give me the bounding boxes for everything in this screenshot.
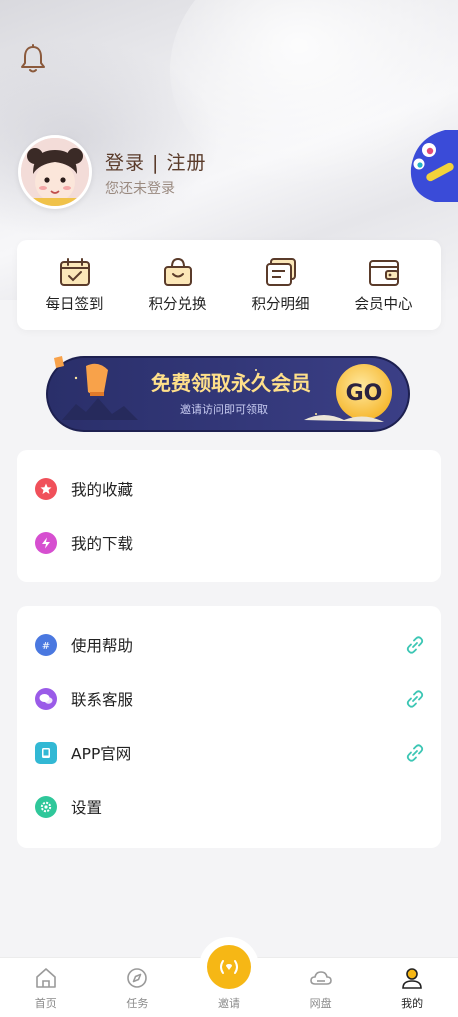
tab-label: 我的 [401, 997, 424, 1010]
banner-title: 免费领取永久会员 [151, 371, 311, 395]
link-icon[interactable] [405, 689, 425, 709]
daily-checkin-button[interactable]: 每日签到 [25, 257, 125, 314]
invite-center-button[interactable] [199, 937, 259, 997]
mascot-icon[interactable] [405, 128, 458, 204]
list-item-label: 使用帮助 [71, 637, 134, 655]
login-register-link[interactable]: 登录 | 注册 [105, 148, 206, 175]
free-vip-banner[interactable]: GO 免费领取永久会员 邀请访问即可领取 [46, 348, 412, 434]
link-icon[interactable] [405, 743, 425, 763]
bell-icon[interactable] [20, 44, 46, 74]
avatar[interactable] [18, 135, 92, 209]
list-item-label: 我的下载 [71, 535, 134, 553]
quick-action-label: 积分明细 [251, 296, 310, 313]
shopping-bag-icon [163, 257, 192, 286]
compass-icon [127, 968, 148, 988]
login-status-text: 您还未登录 [105, 181, 175, 197]
help-icon: # [35, 634, 57, 656]
quick-actions-card: 每日签到 积分兑换 积分明细 会员中心 [17, 240, 441, 330]
my-favorites-item[interactable]: 我的收藏 [17, 462, 441, 516]
quick-action-label: 积分兑换 [148, 296, 207, 313]
my-downloads-item[interactable]: 我的下载 [17, 516, 441, 570]
wechat-icon [35, 688, 57, 710]
list-item-label: 联系客服 [71, 691, 134, 709]
broadcast-icon [220, 960, 238, 974]
star-icon [35, 478, 57, 500]
calendar-check-icon [59, 257, 90, 286]
tab-label: 邀请 [217, 997, 240, 1010]
tablet-icon [35, 742, 57, 764]
tab-label: 网盘 [309, 997, 332, 1010]
tab-label: 首页 [34, 997, 57, 1010]
tab-cloud-drive[interactable]: 网盘 [275, 958, 367, 1017]
gear-icon [35, 796, 57, 818]
list-item-label: 设置 [71, 799, 103, 817]
quick-action-label: 会员中心 [354, 296, 413, 313]
tab-label: 任务 [126, 997, 149, 1010]
settings-item[interactable]: 设置 [17, 780, 441, 834]
my-items-card: 我的收藏 我的下载 [17, 450, 441, 582]
wallet-icon [368, 259, 399, 286]
member-center-button[interactable]: 会员中心 [334, 257, 434, 314]
list-item-label: APP官网 [71, 745, 132, 763]
banner-go-label: GO [346, 381, 383, 406]
contact-service-item[interactable]: 联系客服 [17, 672, 441, 726]
help-item[interactable]: # 使用帮助 [17, 618, 441, 672]
user-icon [402, 968, 422, 989]
link-icon[interactable] [405, 635, 425, 655]
list-detail-icon [265, 257, 296, 286]
lightning-icon [35, 532, 57, 554]
banner-subtitle: 邀请访问即可领取 [180, 402, 268, 416]
points-exchange-button[interactable]: 积分兑换 [128, 257, 228, 314]
svg-text:#: # [42, 641, 50, 651]
quick-action-label: 每日签到 [45, 296, 104, 313]
tab-home[interactable]: 首页 [0, 958, 92, 1017]
tab-tasks[interactable]: 任务 [92, 958, 184, 1017]
list-item-label: 我的收藏 [71, 481, 134, 499]
app-website-item[interactable]: APP官网 [17, 726, 441, 780]
support-card: # 使用帮助 联系客服 APP官网 设置 [17, 606, 441, 848]
points-detail-button[interactable]: 积分明细 [231, 257, 331, 314]
home-icon [35, 968, 56, 988]
avatar-image [21, 138, 89, 206]
tab-mine[interactable]: 我的 [366, 958, 458, 1017]
cloud-icon [309, 971, 332, 985]
